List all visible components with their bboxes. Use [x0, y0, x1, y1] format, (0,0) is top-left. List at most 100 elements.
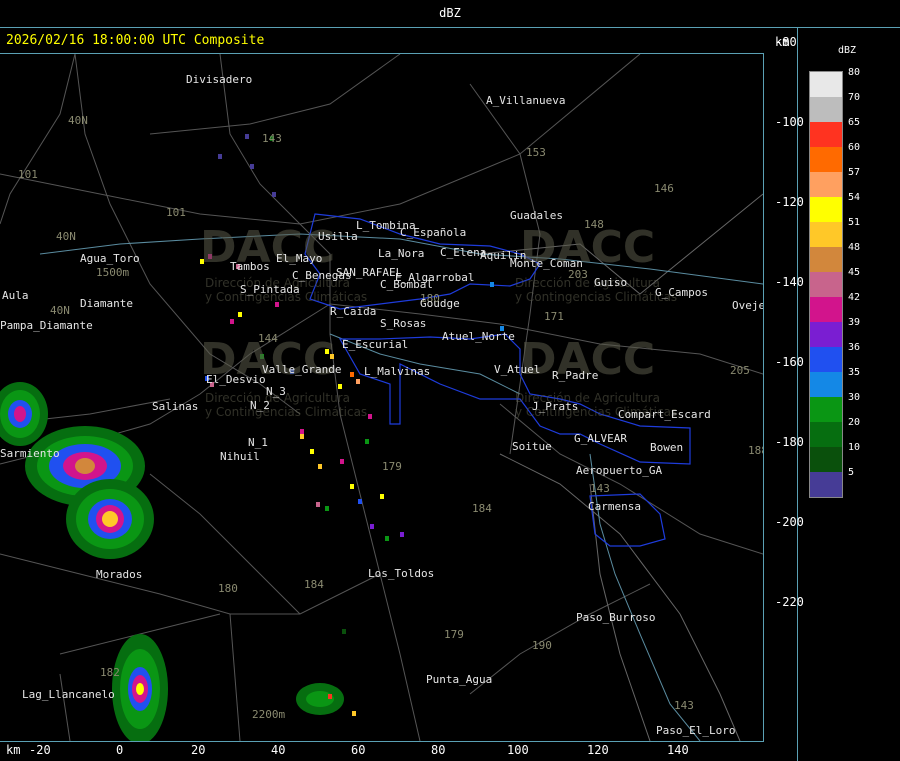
- place-label: L_Malvinas: [364, 365, 431, 378]
- legend-swatch: [810, 422, 842, 447]
- echo-pixel: [380, 494, 384, 499]
- place-label: G_ALVEAR: [574, 432, 627, 445]
- legend-swatch: [810, 322, 842, 347]
- x-tick: 40: [271, 743, 286, 757]
- x-tick: 20: [191, 743, 206, 757]
- x-unit-label: km: [6, 743, 21, 757]
- echo-pixel: [358, 499, 362, 504]
- legend-label: 39: [848, 317, 861, 328]
- place-label: S_Rosas: [380, 317, 427, 330]
- echo-cell: [14, 406, 26, 422]
- legend-label: 70: [848, 92, 861, 103]
- legend-label: 5: [848, 467, 855, 478]
- place-label: Diamante: [80, 297, 133, 310]
- y-tick: -180: [775, 435, 804, 449]
- place-label: El_Desvio: [206, 373, 266, 386]
- road-number: 40N: [68, 114, 88, 127]
- legend-swatch: [810, 347, 842, 372]
- place-label: Divisadero: [186, 73, 253, 86]
- place-label: Tambos: [230, 260, 270, 273]
- place-label: Punta_Agua: [426, 673, 493, 686]
- place-label: Morados: [96, 568, 143, 581]
- y-tick: -80: [775, 35, 797, 49]
- echo-pixel: [370, 524, 374, 529]
- legend-swatch: [810, 72, 842, 97]
- legend-swatch: [810, 397, 842, 422]
- watermark-sub-6: y Contingencias Climáticas: [515, 290, 678, 304]
- place-label: Usilla: [318, 230, 358, 243]
- road-number: 101: [18, 168, 38, 181]
- place-label: G_Campos: [655, 286, 708, 299]
- legend-swatch: [810, 147, 842, 172]
- echo-pixel: [490, 282, 494, 287]
- y-tick: -140: [775, 275, 804, 289]
- legend-label: 60: [848, 142, 861, 153]
- legend-swatch: [810, 97, 842, 122]
- x-tick: 140: [667, 743, 689, 757]
- legend-swatch: [810, 297, 842, 322]
- y-tick: -100: [775, 115, 804, 129]
- legend-label: 80: [848, 67, 861, 78]
- legend-label: 35: [848, 367, 861, 378]
- legend-swatch: [810, 122, 842, 147]
- road-number: 1500m: [96, 266, 130, 279]
- radar-map[interactable]: DACC DACC DACC DACC Dirección de Agricul…: [0, 53, 764, 742]
- road-number: 190: [532, 639, 552, 652]
- legend-label: 51: [848, 217, 861, 228]
- road-number: 188: [748, 444, 763, 457]
- place-label: Lag_Llancanelo: [22, 688, 115, 701]
- y-tick: -120: [775, 195, 804, 209]
- place-label: Ovejería: [732, 299, 763, 312]
- road-number: 205: [730, 364, 750, 377]
- y-tick: -160: [775, 355, 804, 369]
- place-label: La_Nora: [378, 247, 425, 260]
- place-label: R_Caida: [330, 305, 377, 318]
- legend-swatch: [810, 447, 842, 472]
- place-label: A_Villanueva: [486, 94, 566, 107]
- legend-label: 30: [848, 392, 861, 403]
- echo-pixel: [300, 434, 304, 439]
- echo-pixel: [310, 449, 314, 454]
- place-label: N_2: [250, 399, 270, 412]
- panel-divider: [797, 27, 798, 761]
- legend-swatch: [810, 247, 842, 272]
- x-tick: 120: [587, 743, 609, 757]
- echo-pixel: [400, 532, 404, 537]
- place-label: Atuel_Norte: [442, 330, 515, 343]
- place-label: R_Padre: [552, 369, 599, 382]
- place-label: Guadales: [510, 209, 563, 222]
- echo-pixel: [350, 372, 354, 377]
- place-label: N_1: [248, 436, 268, 449]
- place-label: Nihuil: [220, 450, 260, 463]
- legend-label: 57: [848, 167, 861, 178]
- place-label: Paso_Burroso: [576, 611, 656, 624]
- place-label: Agua_Toro: [80, 252, 140, 265]
- echo-pixel: [328, 694, 332, 699]
- legend-label: 36: [848, 342, 861, 353]
- road-number: 40N: [50, 304, 70, 317]
- x-tick: 60: [351, 743, 366, 757]
- place-label: N_3: [266, 385, 286, 398]
- road-number: 40N: [56, 230, 76, 243]
- x-tick: -20: [29, 743, 51, 757]
- road-number: 143: [674, 699, 694, 712]
- echo-pixel: [352, 711, 356, 716]
- road-number: 101: [166, 206, 186, 219]
- color-legend: [809, 71, 843, 498]
- echo-cell: [75, 458, 95, 474]
- x-tick: 0: [116, 743, 124, 757]
- place-label: C_Española: [400, 226, 467, 239]
- road-number: 143: [262, 132, 282, 145]
- echo-pixel: [340, 459, 344, 464]
- window-title: dBZ: [439, 6, 461, 20]
- echo-pixel: [385, 536, 389, 541]
- legend-label: 54: [848, 192, 861, 203]
- echo-pixel: [356, 379, 360, 384]
- road-number: 146: [654, 182, 674, 195]
- place-label: Soitue: [512, 440, 552, 453]
- place-label: Guiso: [594, 276, 628, 289]
- legend-swatch: [810, 172, 842, 197]
- echo-pixel: [342, 629, 346, 634]
- echo-pixel: [368, 414, 372, 419]
- y-tick: -200: [775, 515, 804, 529]
